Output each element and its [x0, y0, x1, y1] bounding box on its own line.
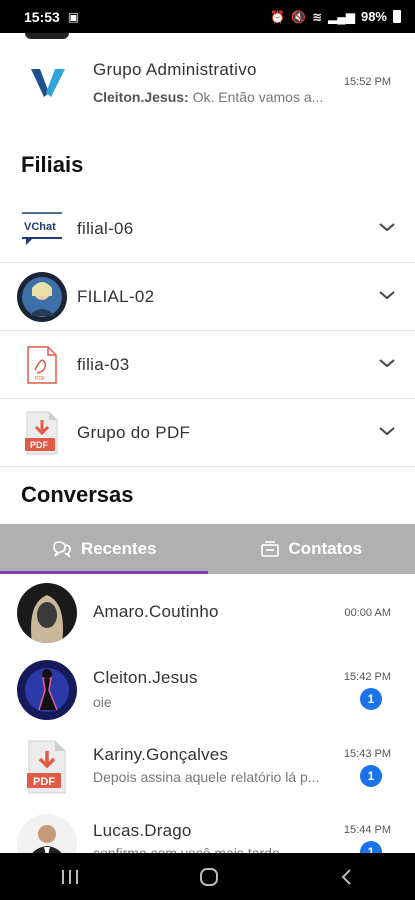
- avatar: [17, 660, 77, 720]
- filial-name: filial-06: [77, 218, 134, 238]
- message-time: 15:43 PM: [343, 748, 391, 760]
- filial-item[interactable]: PDF Grupo do PDF: [0, 399, 415, 467]
- battery-level: 98%: [360, 9, 387, 24]
- group-last-sender: Cleiton.Jesus:: [93, 89, 189, 105]
- filial-item[interactable]: VChat filial-06: [0, 195, 415, 263]
- filial-item[interactable]: FILIAL-02: [0, 263, 415, 331]
- chat-bubbles-icon: [53, 541, 71, 559]
- list-item[interactable]: PDF Kariny.Gonçalves Depois assina aquel…: [0, 732, 415, 809]
- last-message: oie: [93, 694, 112, 710]
- tab-recentes-label: Recentes: [80, 539, 157, 558]
- svg-text:PDF: PDF: [30, 440, 49, 450]
- alarm-icon: ⏰: [270, 9, 285, 24]
- list-item[interactable]: Cleiton.Jesus oie 15:42 PM 1: [0, 655, 415, 732]
- last-message: Depois assina aquele relatório lá p...: [93, 769, 320, 785]
- status-time: 15:53: [24, 8, 60, 25]
- message-time: 15:42 PM: [343, 671, 391, 683]
- contacts-card-icon: [261, 541, 280, 557]
- filial-name: filia-03: [77, 354, 130, 374]
- back-icon[interactable]: [339, 868, 355, 886]
- group-chat-row[interactable]: Grupo Administrativo Cleiton.Jesus: Ok. …: [0, 40, 415, 125]
- svg-text:PDF: PDF: [33, 776, 55, 788]
- avatar: [17, 271, 67, 322]
- avatar: [17, 583, 77, 643]
- section-title-conversas: Conversas: [21, 482, 134, 507]
- tab-contatos-label: Contatos: [288, 539, 363, 558]
- filial-name: Grupo do PDF: [77, 422, 191, 442]
- list-item[interactable]: Amaro.Coutinho 00:00 AM: [0, 578, 415, 655]
- unread-badge: 1: [360, 688, 382, 710]
- tab-contatos[interactable]: Contatos: [208, 524, 415, 574]
- gallery-notification-icon: ▣: [67, 9, 80, 24]
- chevron-down-icon[interactable]: [377, 217, 397, 237]
- chevron-down-icon[interactable]: [377, 421, 397, 441]
- avatar: [25, 33, 69, 39]
- vchat-logo-text: VChat: [24, 221, 56, 233]
- group-last-message: Cleiton.Jesus: Ok. Então vamos a...: [93, 89, 328, 105]
- filial-name: FILIAL-02: [77, 286, 155, 306]
- pdf-file-icon: PDF: [17, 408, 67, 458]
- contact-name: Kariny.Gonçalves: [93, 745, 229, 764]
- tab-recentes[interactable]: Recentes: [0, 524, 208, 574]
- home-icon[interactable]: [199, 867, 219, 887]
- unread-badge: 1: [360, 765, 382, 787]
- chevron-down-icon[interactable]: [377, 285, 397, 305]
- vchat-logo-icon: VChat: [17, 204, 67, 254]
- system-nav-bar: [0, 853, 415, 900]
- battery-icon: [393, 10, 401, 23]
- group-time: 15:52 PM: [343, 76, 391, 88]
- contact-name: Amaro.Coutinho: [93, 602, 219, 621]
- chevron-down-icon[interactable]: [377, 353, 397, 373]
- status-bar: 15:53 ▣ ⏰ 🔇 ≋ ▂▄▆ 98%: [0, 0, 415, 33]
- svg-text:PDF: PDF: [35, 376, 45, 382]
- wifi-icon: ≋: [311, 9, 322, 24]
- message-time: 00:00 AM: [344, 607, 391, 619]
- group-title: Grupo Administrativo: [93, 60, 257, 79]
- contact-name: Lucas.Drago: [93, 821, 192, 840]
- v-logo-icon: [20, 54, 78, 112]
- signal-icon: ▂▄▆: [328, 9, 355, 24]
- conversation-tabs: Recentes Contatos: [0, 524, 415, 574]
- pdf-outline-icon: PDF: [17, 340, 67, 390]
- section-title-filiais: Filiais: [21, 152, 84, 177]
- recent-apps-icon[interactable]: [60, 868, 80, 886]
- filial-item[interactable]: PDF filia-03: [0, 331, 415, 399]
- pdf-file-icon: PDF: [17, 737, 77, 797]
- group-last-text: Ok. Então vamos a...: [188, 89, 324, 105]
- message-time: 15:44 PM: [343, 824, 391, 836]
- mute-icon: 🔇: [290, 9, 306, 24]
- contact-name: Cleiton.Jesus: [93, 668, 198, 687]
